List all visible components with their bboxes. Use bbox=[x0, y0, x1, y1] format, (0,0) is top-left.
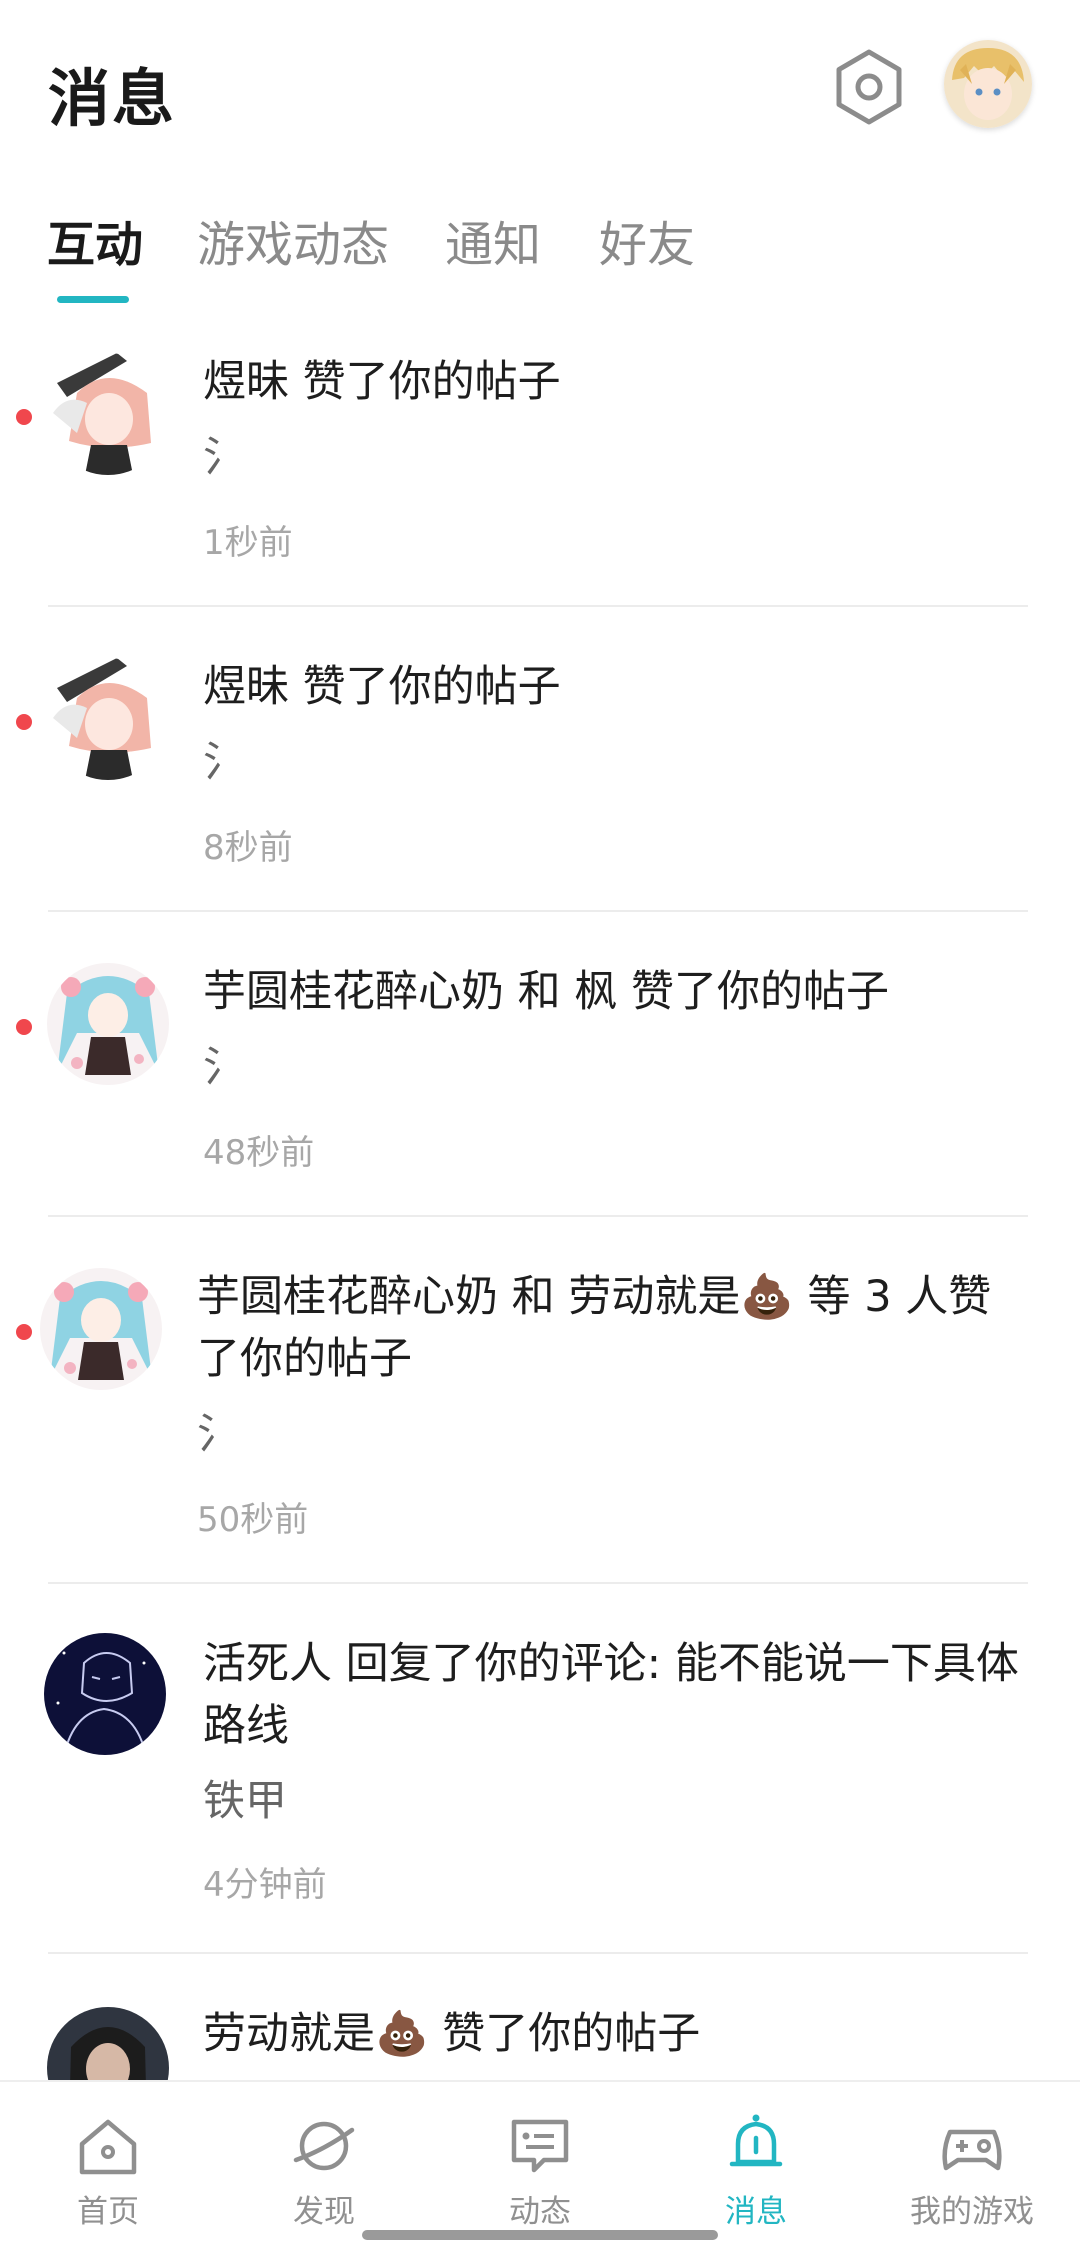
tab-interaction[interactable]: 互动 bbox=[47, 205, 143, 275]
feed-chat-icon bbox=[511, 2119, 569, 2173]
active-tab-indicator bbox=[57, 296, 129, 303]
discover-planet-icon bbox=[293, 2121, 355, 2171]
tab-game-updates[interactable]: 游戏动态 bbox=[197, 205, 389, 275]
bottom-nav: 首页 发现 动态 消息 我的游戏 bbox=[0, 2080, 1080, 2248]
page-title: 消息 bbox=[48, 62, 177, 135]
message-title: 活死人 回复了你的评论: 能不能说一下具体路线 bbox=[203, 1639, 1019, 1751]
message-title: 芋圆桂花醉心奶 和 枫 赞了你的帖子 bbox=[203, 967, 890, 1017]
avatar[interactable] bbox=[40, 1268, 162, 1390]
nav-my-games[interactable]: 我的游戏 bbox=[864, 2082, 1080, 2248]
message-subtitle: 铁甲 bbox=[203, 1776, 288, 1825]
message-title: 劳动就是💩 赞了你的帖子 bbox=[203, 2009, 701, 2059]
unread-dot bbox=[16, 409, 32, 425]
nav-my-games-label: 我的游戏 bbox=[910, 2194, 1034, 2230]
nav-messages-label: 消息 bbox=[725, 2194, 787, 2230]
message-subtitle: 氵 bbox=[203, 432, 246, 481]
avatar[interactable] bbox=[44, 1633, 166, 1755]
avatar-image bbox=[944, 40, 1032, 128]
avatar-image bbox=[47, 353, 169, 475]
divider bbox=[48, 1952, 1028, 1954]
nav-discover-label: 发现 bbox=[293, 2194, 355, 2230]
avatar-image bbox=[47, 2007, 169, 2082]
settings-button[interactable] bbox=[830, 48, 908, 126]
bell-icon bbox=[729, 2114, 783, 2167]
user-avatar[interactable] bbox=[944, 40, 1032, 128]
divider bbox=[48, 605, 1028, 607]
tab-bar: 互动 游戏动态 通知 好友 bbox=[0, 195, 1080, 305]
avatar[interactable] bbox=[47, 963, 169, 1085]
nav-home-label: 首页 bbox=[77, 2194, 139, 2230]
message-title: 煜昧 赞了你的帖子 bbox=[203, 357, 561, 407]
message-time: 8秒前 bbox=[203, 828, 293, 868]
nav-home[interactable]: 首页 bbox=[0, 2082, 216, 2248]
message-time: 48秒前 bbox=[203, 1133, 315, 1173]
message-subtitle: 氵 bbox=[203, 1042, 246, 1091]
message-subtitle: 氵 bbox=[203, 737, 246, 786]
nav-feed-label: 动态 bbox=[509, 2194, 571, 2230]
avatar[interactable] bbox=[47, 2007, 169, 2082]
nav-messages[interactable]: 消息 bbox=[648, 2082, 864, 2248]
divider bbox=[48, 1582, 1028, 1584]
message-subtitle: 氵 bbox=[197, 1409, 240, 1458]
message-time: 4分钟前 bbox=[203, 1865, 327, 1905]
tab-notifications[interactable]: 通知 bbox=[445, 205, 541, 275]
unread-dot bbox=[16, 1324, 32, 1340]
nav-discover[interactable]: 发现 bbox=[216, 2082, 432, 2248]
list-item[interactable]: 煜昧 赞了你的帖子 氵 1秒前 bbox=[0, 315, 1080, 605]
avatar-image bbox=[44, 1633, 166, 1755]
avatar[interactable] bbox=[47, 353, 169, 475]
header: 消息 bbox=[0, 0, 1080, 170]
home-indicator[interactable] bbox=[362, 2230, 718, 2240]
message-time: 50秒前 bbox=[197, 1500, 309, 1540]
divider bbox=[48, 910, 1028, 912]
unread-dot bbox=[16, 1019, 32, 1035]
avatar-image bbox=[47, 963, 169, 1085]
nav-feed[interactable]: 动态 bbox=[432, 2082, 648, 2248]
divider bbox=[48, 1215, 1028, 1217]
tab-friends[interactable]: 好友 bbox=[599, 205, 695, 275]
avatar[interactable] bbox=[47, 658, 169, 780]
avatar-image bbox=[40, 1268, 162, 1390]
message-time: 1秒前 bbox=[203, 523, 293, 563]
gamepad-icon bbox=[942, 2129, 1002, 2171]
message-title: 芋圆桂花醉心奶 和 劳动就是💩 等 3 人赞了你的帖子 bbox=[197, 1272, 992, 1384]
message-title: 煜昧 赞了你的帖子 bbox=[203, 662, 561, 712]
home-icon bbox=[79, 2119, 137, 2175]
list-item[interactable]: 芋圆桂花醉心奶 和 劳动就是💩 等 3 人赞了你的帖子 氵 50秒前 bbox=[0, 1230, 1080, 1582]
gear-icon bbox=[836, 49, 902, 125]
list-item[interactable]: 煜昧 赞了你的帖子 氵 8秒前 bbox=[0, 620, 1080, 910]
unread-dot bbox=[16, 714, 32, 730]
list-item[interactable]: 活死人 回复了你的评论: 能不能说一下具体路线 铁甲 4分钟前 bbox=[0, 1597, 1080, 1952]
list-item[interactable]: 芋圆桂花醉心奶 和 枫 赞了你的帖子 氵 48秒前 bbox=[0, 925, 1080, 1215]
avatar-image bbox=[47, 658, 169, 780]
list-item[interactable]: 劳动就是💩 赞了你的帖子 bbox=[0, 1967, 1080, 2082]
